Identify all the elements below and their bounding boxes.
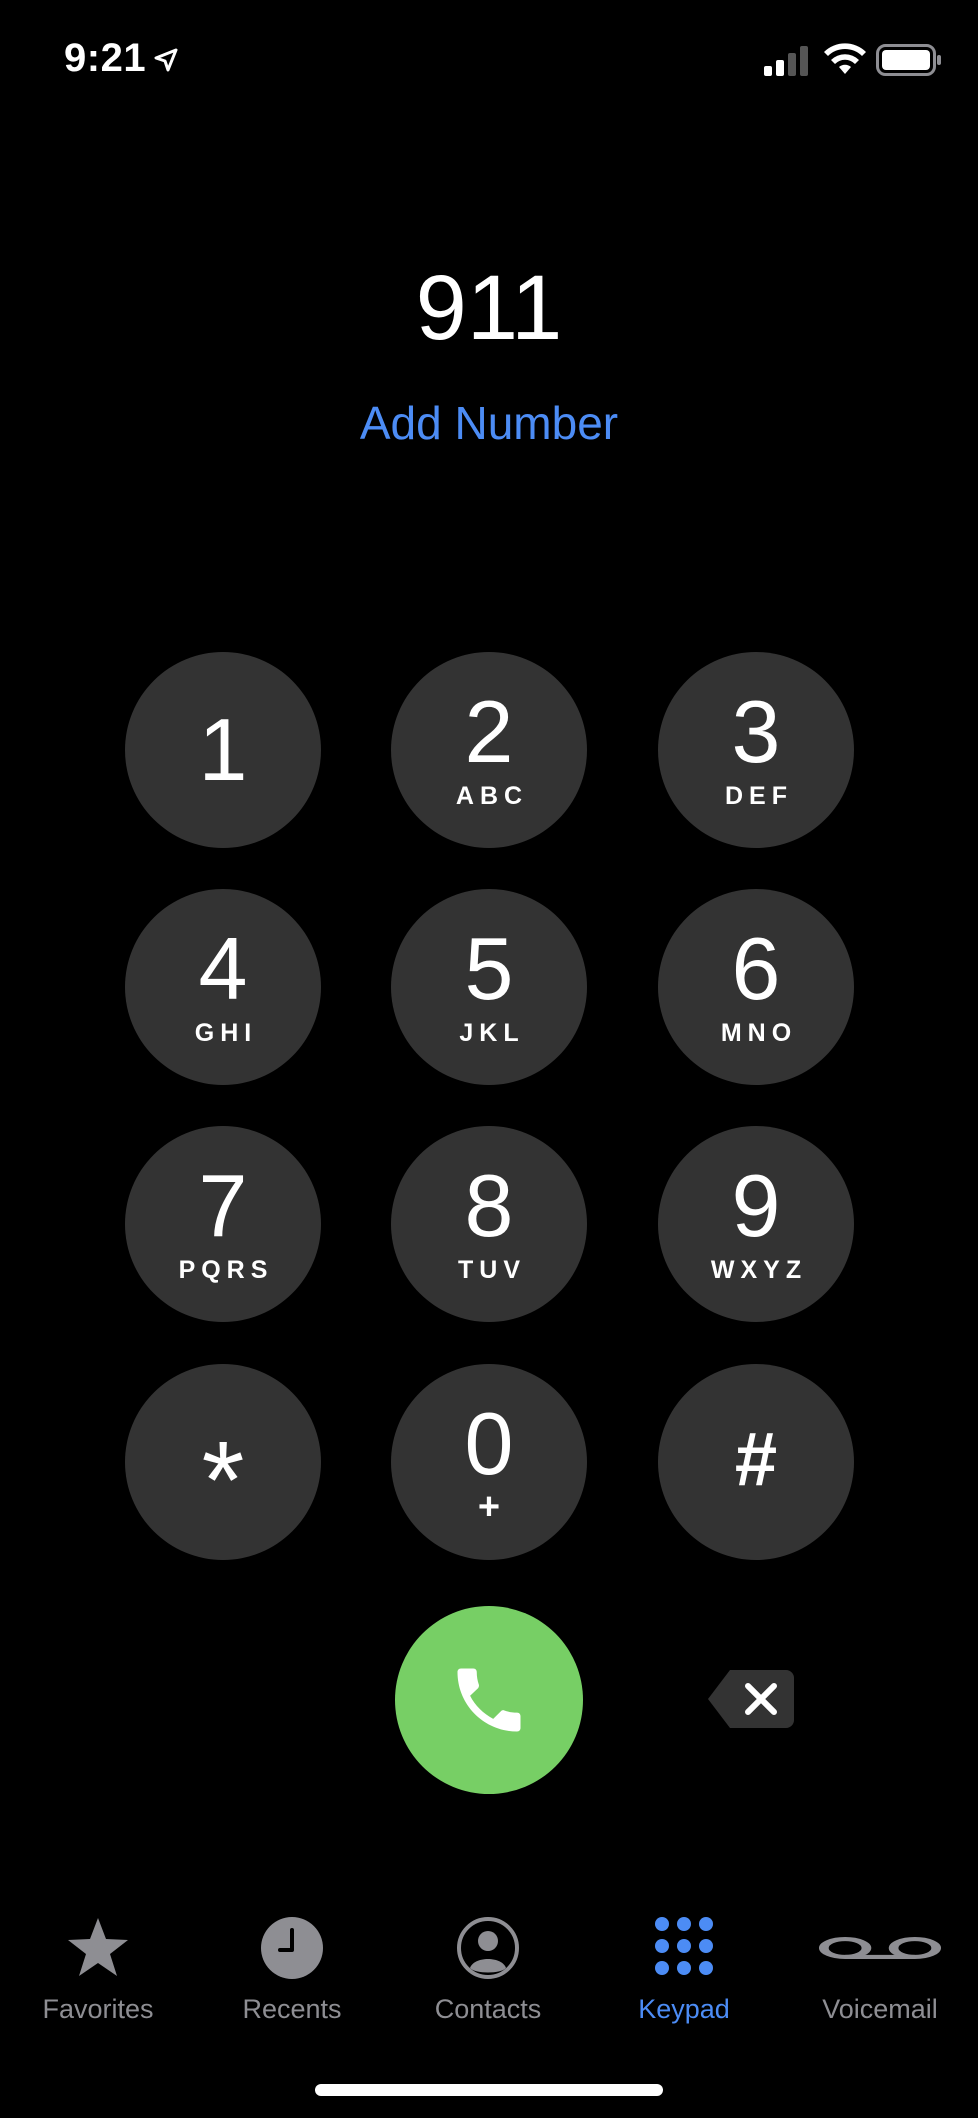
clock-icon	[261, 1917, 323, 1979]
key-digit: 4	[198, 919, 248, 1018]
key-9[interactable]: 9 WXYZ	[658, 1126, 854, 1322]
key-digit: 7	[198, 1156, 248, 1255]
key-digit: 1	[198, 700, 248, 799]
key-hash[interactable]: #	[658, 1364, 854, 1560]
key-letters: GHI	[194, 1019, 258, 1047]
key-1[interactable]: 1	[125, 652, 321, 848]
keypad-grid-icon	[655, 1917, 713, 1975]
star-icon	[68, 1918, 128, 1976]
key-letters: PQRS	[178, 1256, 274, 1284]
key-letters: ABC	[455, 782, 529, 810]
key-3[interactable]: 3 DEF	[658, 652, 854, 848]
key-letters: WXYZ	[710, 1256, 808, 1284]
key-star[interactable]: *	[125, 1364, 321, 1560]
tab-recents[interactable]: Recents	[194, 1900, 390, 2040]
key-digit: *	[201, 1419, 245, 1542]
status-bar: 9:21	[0, 0, 978, 120]
key-digit: 6	[731, 919, 781, 1018]
key-digit: 3	[731, 682, 781, 781]
delete-backspace-icon[interactable]	[706, 1668, 796, 1730]
key-letters: JKL	[459, 1019, 525, 1047]
dialed-number: 911	[415, 257, 563, 359]
tab-favorites[interactable]: Favorites	[0, 1900, 196, 2040]
tab-label: Contacts	[434, 1994, 542, 2024]
tab-label: Voicemail	[822, 1994, 938, 2024]
key-digit: #	[734, 1417, 778, 1502]
location-arrow-icon	[154, 48, 178, 72]
key-letters: MNO	[720, 1019, 798, 1047]
tab-bar: Favorites Recents Contacts Keypad Voicem…	[0, 1900, 978, 2040]
home-indicator[interactable]	[315, 2084, 663, 2096]
key-letters: TUV	[458, 1256, 526, 1284]
phone-icon	[457, 1668, 521, 1732]
tab-contacts[interactable]: Contacts	[390, 1900, 586, 2040]
key-digit: 5	[464, 919, 514, 1018]
person-circle-icon	[457, 1917, 519, 1979]
key-6[interactable]: 6 MNO	[658, 889, 854, 1085]
add-number-link[interactable]: Add Number	[0, 396, 978, 450]
tab-keypad[interactable]: Keypad	[586, 1900, 782, 2040]
key-2[interactable]: 2 ABC	[391, 652, 587, 848]
call-button[interactable]	[395, 1606, 583, 1794]
key-digit: 2	[464, 682, 514, 781]
key-7[interactable]: 7 PQRS	[125, 1126, 321, 1322]
key-letters: +	[477, 1486, 501, 1528]
key-4[interactable]: 4 GHI	[125, 889, 321, 1085]
key-5[interactable]: 5 JKL	[391, 889, 587, 1085]
key-letters: DEF	[725, 782, 793, 810]
battery-icon	[876, 44, 941, 76]
wifi-icon	[824, 43, 866, 74]
tab-label: Favorites	[42, 1994, 154, 2024]
tab-label: Keypad	[638, 1994, 730, 2024]
key-digit: 9	[731, 1156, 781, 1255]
key-0[interactable]: 0 +	[391, 1364, 587, 1560]
status-time: 9:21	[64, 36, 147, 80]
voicemail-icon	[818, 1937, 942, 1959]
tab-voicemail[interactable]: Voicemail	[782, 1900, 978, 2040]
cellular-signal-icon	[764, 46, 808, 76]
key-digit: 0	[464, 1394, 514, 1493]
tab-label: Recents	[242, 1994, 342, 2024]
key-8[interactable]: 8 TUV	[391, 1126, 587, 1322]
key-digit: 8	[464, 1156, 514, 1255]
